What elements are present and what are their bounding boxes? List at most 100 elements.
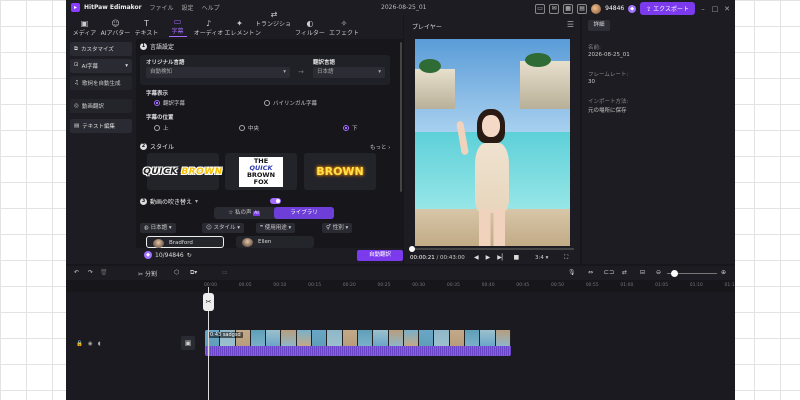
chevron-right-icon: › [388,145,391,151]
marker-icon[interactable]: ⬡ [174,269,179,276]
monitor-icon[interactable]: ▭ [535,3,546,14]
ripple-icon[interactable]: ⇄ [622,269,627,276]
ruler-tick-label: 01:10 [689,283,703,288]
filter-usage[interactable]: ❞ 使用用途 ▾ [256,223,296,233]
style-card-quick-brown[interactable]: QUICK BROWN [143,153,222,190]
radio-translated-subtitle[interactable]: 翻訳字幕 [154,99,185,107]
zoom-in-icon[interactable]: ⊕ [721,269,726,276]
sidebar-item-ai-subtitle[interactable]: ⊡ AI字幕 ▾ [70,59,132,73]
section-title-label: 言語設定 [150,44,175,51]
delete-icon[interactable]: 🗑 [100,269,108,276]
playback-progress-handle[interactable] [409,246,415,252]
radio-bilingual-subtitle[interactable]: バイリンガル字幕 [264,99,317,107]
next-frame-icon[interactable]: ▶▏ [497,254,506,261]
chat-icon[interactable]: ✉ [549,3,560,14]
ruler-tick-label: 01:05 [655,283,669,288]
radio-position-center[interactable]: 中央 [239,124,259,132]
user-avatar[interactable] [591,3,602,14]
tab-subtitle[interactable]: ▭ 字幕 [162,17,193,39]
radio-position-bottom[interactable]: 下 [343,124,358,132]
visibility-icon[interactable]: ◉ [88,341,93,347]
original-language-select[interactable]: 自動検知 ▾ [146,67,290,78]
style-card-the-quick-brown-fox[interactable]: THE QUICK BROWN FOX [225,153,297,190]
sidebar-item-video-translate[interactable]: ◎ 動画翻訳 [70,99,132,113]
track-thumbnail-icon[interactable]: ▣ [181,336,195,350]
tab-media[interactable]: ▣ メディア [69,17,100,39]
player-controls: 00:00:21 / 00:43:00 ◀ ▶ ▶▏ ■ 3:4 ▾ ⛶ [404,253,580,263]
ruler-tick-label: 00:55 [585,283,599,288]
player-panel: プレイヤー ☰ 00:00:21 / 00:43:00 ◀ ▶ ▶▏ ■ 3:4… [404,15,580,264]
tab-ai-avatar[interactable]: ☺ AIアバター [100,17,131,39]
stop-icon[interactable]: ■ [513,254,519,261]
fullscreen-icon[interactable]: ⛶ [564,254,568,262]
timeline-ruler[interactable]: 00:00 00:05 00:10 00:15 00:20 00:25 00:30 00:35… [66,280,735,292]
snap-icon[interactable]: ⊏⊐ [604,269,614,276]
minimize-icon[interactable]: – [699,5,707,13]
menu-icon[interactable]: ☰ [567,20,574,29]
gift-icon[interactable]: ▤ [577,3,588,14]
mute-icon[interactable]: ◖ [98,341,101,347]
tab-library[interactable]: ライブラリ [274,207,334,219]
lock-icon[interactable]: 🔒 [76,341,83,347]
sidebar-item-text-edit[interactable]: ▤ テキスト編集 [70,119,132,133]
tab-filter[interactable]: ◐ フィルター [293,17,327,39]
export-label: エクスポート [653,6,689,13]
dub-toggle[interactable] [270,198,281,204]
video-preview[interactable] [415,39,570,246]
prev-frame-icon[interactable]: ◀ [474,254,479,261]
tab-audio[interactable]: ♪ オーディオ [193,17,224,39]
radio-position-top[interactable]: 上 [154,124,169,132]
style-card-brown-glow[interactable]: BROWN [304,153,376,190]
lyrics-icon: ♫ [74,80,79,86]
radio-dot [239,125,245,131]
voice-name: Bradford [169,240,193,246]
translate-language-select[interactable]: 日本語 ▾ [313,67,385,78]
zoom-slider-handle[interactable] [671,270,678,277]
tab-audio-label: オーディオ [193,30,224,37]
undo-icon[interactable]: ↶ [74,269,79,276]
calendar-icon[interactable]: ▦ [563,3,574,14]
menu-settings[interactable]: 設定 [182,3,194,12]
menu-help[interactable]: ヘルプ [202,3,220,12]
more-styles-link[interactable]: もっと › [370,143,390,151]
tab-text-label: テキスト [134,30,159,37]
voice-card-ellen[interactable]: Ellen [236,236,314,248]
sidebar-item-customize[interactable]: ⧉ カスタマイズ [70,42,132,56]
voice-card-bradford[interactable]: Bradford [146,236,224,248]
tab-my-voice[interactable]: ☆ 私の声 AI [214,207,274,219]
link-icon[interactable]: ⇔ [588,269,593,276]
export-button[interactable]: ⇪ エクスポート [640,2,695,15]
filter-style[interactable]: ☺ スタイル ▾ [202,223,245,233]
tab-text[interactable]: T テキスト [131,17,162,39]
zoom-out-icon[interactable]: ⊖ [656,269,661,276]
playhead-handle[interactable]: ✂ [203,293,214,311]
radio-label: 下 [352,126,358,132]
track-controls: 🔒 ◉ ◖ [76,341,101,347]
maximize-icon[interactable]: □ [711,5,719,13]
menu-file[interactable]: ファイル [150,3,174,12]
refresh-icon[interactable]: ↻ [187,252,192,259]
playback-progress-bar[interactable] [410,248,574,250]
sidebar-item-auto-lyrics[interactable]: ♫ 歌詞を自動生成 [70,76,132,90]
crop-icon[interactable]: ⧉▾ [190,269,197,277]
snapshot-icon[interactable]: ▭ [222,269,228,276]
split-button[interactable]: ✂ 分割 [138,269,157,278]
close-icon[interactable]: ✕ [723,5,731,13]
ruler-tick-label: 00:50 [551,283,564,288]
filter-language[interactable]: ◍ 日本語 ▾ [140,223,176,233]
tab-details[interactable]: 詳細 [588,20,610,31]
aspect-ratio-select[interactable]: 3:4 ▾ [535,255,548,261]
play-icon[interactable]: ▶ [486,254,491,261]
split-label: 分割 [144,271,157,278]
translate-bottom-bar: ◆ 10/94846 ↻ 自動翻訳 [136,248,403,264]
tab-effect[interactable]: ✧ エフェクト [327,17,361,39]
filter-gender[interactable]: ⚥ 性別 ▾ [322,223,353,233]
tab-transition[interactable]: ⇄ トランジション [255,10,293,39]
settings-scrollbar[interactable] [400,42,402,192]
fit-icon[interactable]: ⊟ [640,269,645,276]
tab-element[interactable]: ✦ エレメント [224,17,255,39]
mic-icon[interactable]: 🎙 [568,269,576,276]
video-clip[interactable]: 0:43 sadgsd [205,330,511,356]
redo-icon[interactable]: ↷ [88,269,93,276]
auto-translate-button[interactable]: 自動翻訳 [357,250,403,261]
